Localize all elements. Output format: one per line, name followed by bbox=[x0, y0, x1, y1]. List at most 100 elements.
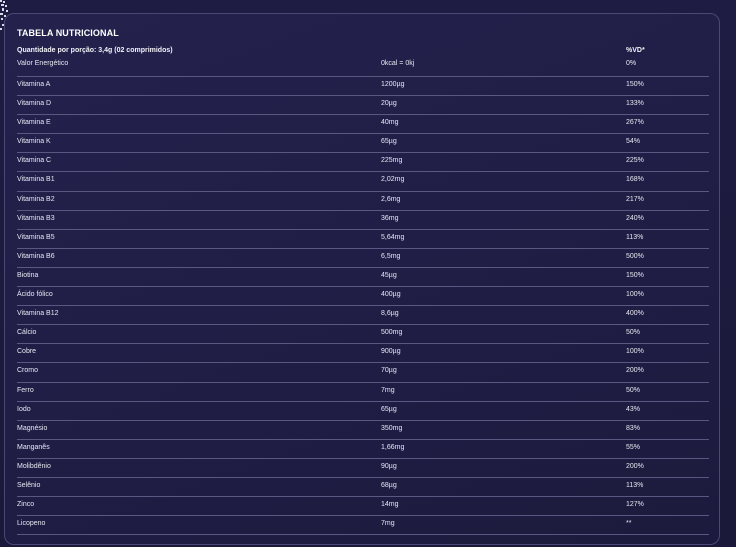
nutrient-vd: 217% bbox=[626, 195, 644, 203]
table-row: Valor Energético 0kcal = 0kj 0% bbox=[17, 58, 709, 77]
nutrient-amount: 90µg bbox=[381, 462, 397, 470]
nutrient-name: Vitamina E bbox=[17, 119, 51, 127]
nutrient-vd: 55% bbox=[626, 443, 641, 451]
table-row: Vitamina E 40mg 267% bbox=[17, 115, 709, 135]
nutrient-name: Vitamina B12 bbox=[17, 310, 59, 318]
nutrient-name: Zinco bbox=[17, 501, 35, 509]
nutrient-vd: 54% bbox=[626, 138, 641, 146]
nutrient-vd: 500% bbox=[626, 252, 644, 260]
table-row: Molibdênio 90µg 200% bbox=[17, 459, 709, 478]
nutrient-vd: 240% bbox=[626, 214, 644, 222]
table-header: Quantidade por porção: 3,4g (02 comprimi… bbox=[17, 47, 709, 58]
nutrient-name: Licopeno bbox=[17, 520, 46, 528]
nutrient-amount: 2,02mg bbox=[381, 176, 405, 184]
table-row: Vitamina B3 36mg 240% bbox=[17, 211, 709, 230]
nutrient-name: Ferro bbox=[17, 386, 34, 394]
table-row: Vitamina D 20µg 133% bbox=[17, 96, 709, 116]
nutrient-amount: 1200µg bbox=[381, 81, 405, 88]
table-row: Ferro 7mg 50% bbox=[17, 383, 709, 402]
nutrient-name: Vitamina B2 bbox=[17, 195, 55, 203]
nutrient-name: Vitamina B3 bbox=[17, 214, 55, 222]
table-row: Magnésio 350mg 83% bbox=[17, 421, 709, 440]
nutrient-amount: 36mg bbox=[381, 214, 399, 222]
nutrient-name: Molibdênio bbox=[17, 462, 51, 470]
nutrient-name: Ácido fólico bbox=[17, 291, 53, 299]
table-row: Vitamina B1 2,02mg 168% bbox=[17, 172, 709, 192]
table-row: Vitamina B2 2,6mg 217% bbox=[17, 192, 709, 211]
table-rows: Valor Energético 0kcal = 0kj 0% Vitamina A 1… bbox=[17, 58, 709, 536]
nutrient-name: Cromo bbox=[17, 367, 39, 375]
nutrient-vd: 133% bbox=[626, 100, 644, 108]
nutrient-vd: ** bbox=[626, 520, 632, 528]
nutrient-name: Vitamina B6 bbox=[17, 252, 55, 260]
table-row: Cromo 70µg 200% bbox=[17, 363, 709, 383]
nutrient-amount: 40mg bbox=[381, 119, 399, 127]
table-title: TABELA NUTRICIONAL bbox=[17, 28, 119, 38]
table-row: Licopeno 7mg ** bbox=[17, 516, 709, 536]
nutrient-name: Selênio bbox=[17, 481, 41, 489]
nutrient-vd: 50% bbox=[626, 329, 641, 337]
nutrient-vd: 200% bbox=[626, 367, 644, 375]
serving-size-label: Quantidade por porção: 3,4g (02 comprimi… bbox=[17, 47, 173, 54]
table-row: Vitamina B5 5,64mg 113% bbox=[17, 230, 709, 249]
nutrient-amount: 0kcal = 0kj bbox=[381, 60, 415, 67]
table-row: Selênio 68µg 113% bbox=[17, 478, 709, 498]
table-row: Zinco 14mg 127% bbox=[17, 497, 709, 517]
nutrient-amount: 1,66mg bbox=[381, 443, 405, 451]
nutrient-name: Iodo bbox=[17, 405, 31, 413]
nutrient-amount: 400µg bbox=[381, 291, 401, 299]
nutrient-vd: 267% bbox=[626, 119, 644, 127]
nutrient-amount: 350mg bbox=[381, 424, 403, 432]
nutrient-amount: 14mg bbox=[381, 501, 399, 509]
nutrient-amount: 2,6mg bbox=[381, 195, 401, 203]
nutrient-vd: 43% bbox=[626, 405, 641, 413]
nutrient-name: Vitamina C bbox=[17, 157, 52, 165]
nutrient-amount: 20µg bbox=[381, 100, 397, 108]
nutrient-name: Cálcio bbox=[17, 329, 37, 337]
table-row: Manganês 1,66mg 55% bbox=[17, 440, 709, 459]
nutrient-amount: 500mg bbox=[381, 329, 403, 337]
nutrient-vd: 100% bbox=[626, 291, 644, 299]
nutrient-vd: 83% bbox=[626, 424, 641, 432]
nutrient-amount: 7mg bbox=[381, 520, 395, 528]
nutrient-name: Cobre bbox=[17, 348, 37, 356]
page: TABELA NUTRICIONAL Quantidade por porção… bbox=[0, 0, 736, 547]
nutrient-amount: 6,5mg bbox=[381, 252, 401, 260]
table-row: Vitamina A 1200µg 150% bbox=[17, 77, 709, 97]
table-row: Iodo 65µg 43% bbox=[17, 402, 709, 421]
nutrient-name: Vitamina B1 bbox=[17, 176, 55, 184]
nutrient-vd: 150% bbox=[626, 81, 644, 88]
nutrient-amount: 45µg bbox=[381, 271, 397, 279]
nutrient-name: Biotina bbox=[17, 271, 39, 279]
nutrient-name: Magnésio bbox=[17, 424, 48, 432]
table-row: Cobre 900µg 100% bbox=[17, 344, 709, 364]
nutrient-vd: 0% bbox=[626, 60, 637, 67]
nutrient-name: Vitamina K bbox=[17, 138, 51, 146]
table-row: Biotina 45µg 150% bbox=[17, 268, 709, 288]
nutrient-vd: 200% bbox=[626, 462, 644, 470]
table-row: Ácido fólico 400µg 100% bbox=[17, 287, 709, 307]
nutrient-vd: 113% bbox=[626, 233, 644, 241]
nutrient-amount: 70µg bbox=[381, 367, 397, 375]
nutrient-amount: 65µg bbox=[381, 138, 397, 146]
nutrient-amount: 225mg bbox=[381, 157, 403, 165]
nutrient-amount: 65µg bbox=[381, 405, 397, 413]
nutrient-vd: 168% bbox=[626, 176, 644, 184]
nutrient-name: Valor Energético bbox=[17, 60, 69, 67]
nutrient-amount: 7mg bbox=[381, 386, 395, 394]
nutrient-amount: 8,6µg bbox=[381, 310, 399, 318]
nutrition-table: Quantidade por porção: 3,4g (02 comprimi… bbox=[17, 47, 709, 536]
table-row: Vitamina B6 6,5mg 500% bbox=[17, 249, 709, 268]
nutrient-amount: 5,64mg bbox=[381, 233, 405, 241]
nutrient-amount: 900µg bbox=[381, 348, 401, 356]
table-row: Vitamina C 225mg 225% bbox=[17, 153, 709, 173]
nutrient-vd: 225% bbox=[626, 157, 644, 165]
nutrient-vd: 150% bbox=[626, 271, 644, 279]
table-row: Cálcio 500mg 50% bbox=[17, 325, 709, 345]
nutrient-vd: 400% bbox=[626, 310, 644, 318]
nutrient-name: Vitamina B5 bbox=[17, 233, 55, 241]
table-row: Vitamina B12 8,6µg 400% bbox=[17, 306, 709, 326]
nutrient-name: Vitamina A bbox=[17, 81, 51, 88]
nutrient-vd: 50% bbox=[626, 386, 641, 394]
nutrient-vd: 127% bbox=[626, 501, 644, 509]
